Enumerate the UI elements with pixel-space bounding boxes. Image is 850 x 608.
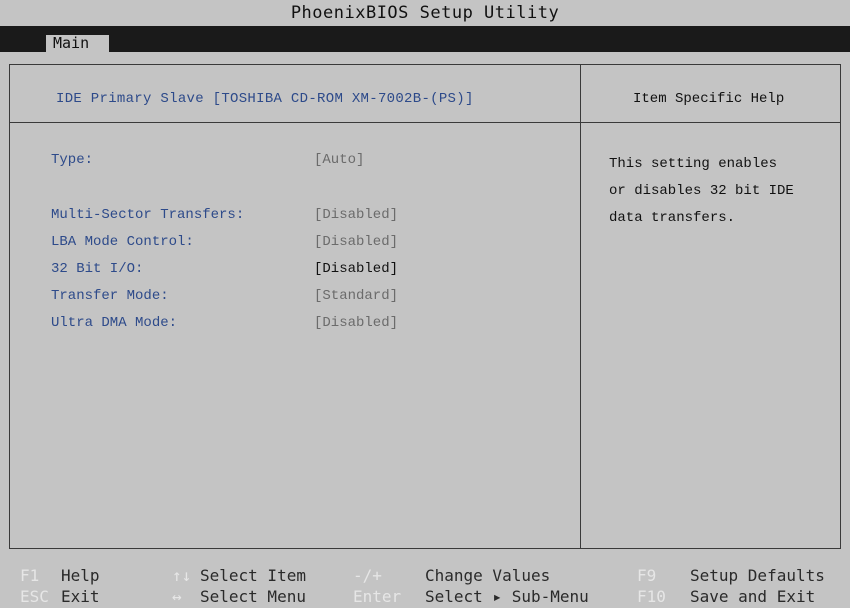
- key-esc: ESC: [20, 587, 49, 606]
- setting-value[interactable]: [Disabled]: [314, 205, 398, 225]
- setting-label: 32 Bit I/O:: [51, 261, 144, 277]
- key-enter: Enter: [353, 587, 402, 606]
- legend-desc: Setup Defaults: [690, 566, 825, 585]
- legend-arrows-up-down: ↑↓: [172, 565, 191, 586]
- help-line: or disables 32 bit IDE: [609, 183, 794, 199]
- setting-value[interactable]: [Disabled]: [314, 313, 398, 333]
- tab-main[interactable]: Main: [46, 35, 109, 52]
- legend-desc: Select ▸ Sub-Menu: [425, 587, 589, 606]
- legend-desc: Change Values: [425, 566, 551, 585]
- legend-desc: Exit: [61, 587, 100, 606]
- main-panel: IDE Primary Slave [TOSHIBA CD-ROM XM-700…: [9, 64, 841, 549]
- legend-save-and-exit: Save and Exit: [690, 586, 815, 607]
- key-f1: F1: [20, 566, 40, 585]
- setting-value[interactable]: [Disabled]: [314, 259, 398, 279]
- panel-divider-vertical: [580, 65, 581, 549]
- legend-desc: Select Menu: [200, 587, 306, 606]
- legend-f9: F9: [637, 565, 656, 586]
- panel-divider-horizontal: [10, 122, 841, 123]
- help-title: Item Specific Help: [633, 91, 785, 107]
- setting-value[interactable]: [Auto]: [314, 150, 364, 170]
- setting-label: Transfer Mode:: [51, 288, 169, 304]
- legend-setup-defaults: Setup Defaults: [690, 565, 825, 586]
- legend-esc: ESC: [20, 586, 49, 607]
- legend-select-submenu: Select ▸ Sub-Menu: [425, 586, 589, 607]
- key-f10: F10: [637, 587, 666, 606]
- legend-arrows-left-right: ↔: [172, 586, 182, 607]
- legend-help-desc: Help: [61, 565, 100, 586]
- legend-plus-minus: -/+: [353, 565, 382, 586]
- help-line: This setting enables: [609, 156, 778, 172]
- legend-desc: Save and Exit: [690, 587, 816, 606]
- setting-value[interactable]: [Standard]: [314, 286, 398, 306]
- help-text: This setting enables or disables 32 bit …: [609, 151, 839, 232]
- menu-bar: Main: [0, 26, 850, 52]
- leftright-arrows-icon: ↔: [172, 587, 182, 606]
- legend-change-values: Change Values: [425, 565, 550, 586]
- legend-enter: Enter: [353, 586, 401, 607]
- legend-exit: Exit: [61, 586, 100, 607]
- key-plus-minus: -/+: [353, 566, 382, 585]
- setting-label: Multi-Sector Transfers:: [51, 207, 245, 223]
- legend-select-menu: Select Menu: [200, 586, 306, 607]
- legend-select-item: Select Item: [200, 565, 306, 586]
- setting-label: Ultra DMA Mode:: [51, 315, 178, 331]
- help-line: data transfers.: [609, 210, 736, 226]
- setting-label: Type:: [51, 152, 94, 168]
- window-title: PhoenixBIOS Setup Utility: [290, 3, 560, 23]
- setting-value[interactable]: [Disabled]: [314, 232, 398, 252]
- setting-label: LBA Mode Control:: [51, 234, 194, 250]
- updown-arrows-icon: ↑↓: [172, 566, 192, 585]
- legend-desc: Select Item: [200, 566, 306, 585]
- legend-f1-help: F1: [20, 565, 39, 586]
- legend-desc: Help: [61, 566, 100, 585]
- legend-f10: F10: [637, 586, 666, 607]
- key-f9: F9: [637, 566, 657, 585]
- key-legend: F1 Help ↑↓ Select Item -/+ Change Values…: [0, 565, 850, 608]
- panel-title: IDE Primary Slave [TOSHIBA CD-ROM XM-700…: [56, 91, 474, 107]
